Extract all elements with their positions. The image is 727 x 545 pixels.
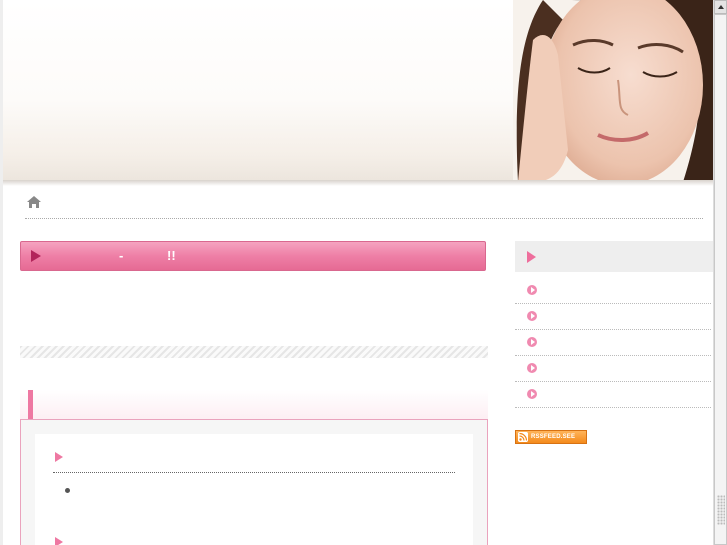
breadcrumb — [25, 192, 703, 219]
arrow-right-icon — [55, 452, 63, 462]
sidebar-item[interactable] — [515, 355, 711, 382]
arrow-right-icon — [527, 251, 536, 263]
sidebar-item[interactable] — [515, 381, 711, 408]
circle-arrow-icon — [527, 389, 537, 399]
home-icon[interactable] — [27, 196, 41, 208]
header-face-image — [513, 0, 713, 182]
dotted-rule — [53, 472, 455, 473]
vertical-scrollbar[interactable] — [713, 0, 727, 545]
scroll-grip-icon — [717, 495, 725, 525]
header-shadow — [3, 180, 713, 186]
sidebar-heading — [515, 241, 713, 272]
page: - !! RSSFEED.SEE — [0, 0, 713, 545]
circle-arrow-icon — [527, 311, 537, 321]
circle-arrow-icon — [527, 363, 537, 373]
sidebar-item[interactable] — [515, 277, 711, 304]
main-title-bar: - !! — [20, 241, 486, 271]
rss-feed-button[interactable]: RSSFEED.SEE — [515, 430, 587, 444]
scroll-thumb[interactable] — [714, 14, 727, 545]
rss-label: RSSFEED.SEE — [531, 434, 576, 440]
section-heading-accent — [28, 390, 33, 420]
header-banner — [3, 0, 713, 182]
arrow-right-icon — [31, 250, 41, 262]
sidebar-item[interactable] — [515, 329, 711, 356]
circle-arrow-icon — [527, 337, 537, 347]
circle-arrow-icon — [527, 285, 537, 295]
sidebar-item[interactable] — [515, 303, 711, 330]
title-exclamation: !! — [167, 248, 176, 263]
content-box — [20, 419, 488, 545]
content-inner — [35, 434, 473, 545]
title-dash: - — [119, 248, 124, 263]
hatched-divider — [20, 346, 488, 358]
rss-icon — [518, 432, 528, 442]
list-bullet — [65, 488, 70, 493]
arrow-right-icon — [55, 537, 63, 545]
section-heading — [20, 390, 488, 420]
scroll-up-button[interactable] — [714, 0, 727, 14]
